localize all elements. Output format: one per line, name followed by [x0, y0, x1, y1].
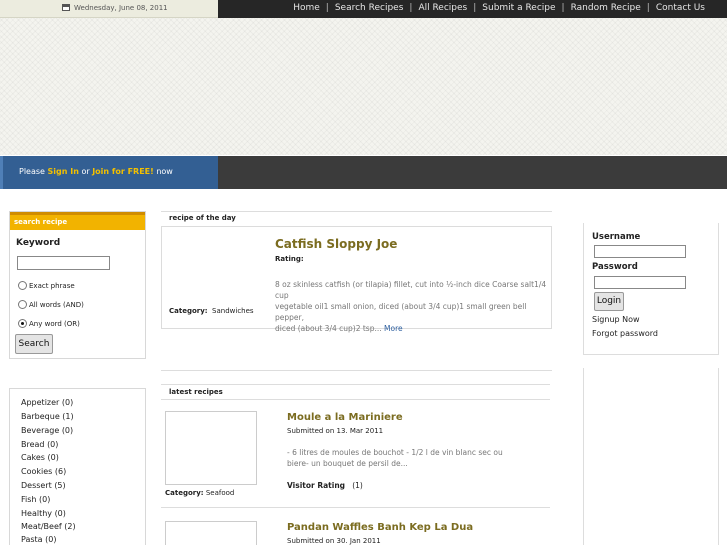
search-recipe-box: search recipe Keyword Exact phrase All w… [9, 211, 146, 359]
search-box-header: search recipe [10, 212, 145, 230]
divider [161, 399, 550, 400]
login-button[interactable]: Login [594, 292, 624, 311]
signup-link[interactable]: Signup Now [592, 315, 640, 324]
latest-recipe-title[interactable]: Moule a la Mariniere [287, 412, 403, 423]
more-link[interactable]: More [384, 324, 403, 333]
sign-in-link[interactable]: Sign In [48, 167, 79, 176]
signin-bar: Please Sign In or Join for FREE! now [0, 156, 218, 189]
category-item-bread[interactable]: Bread (0) [21, 440, 58, 449]
divider [161, 507, 550, 508]
latest-recipe-submitted: Submitted on 13. Mar 2011 [287, 427, 384, 435]
header-banner [0, 18, 727, 155]
divider [161, 370, 552, 371]
latest-recipe-description: - 6 litres de moules de bouchot - 1/2 l … [287, 448, 503, 468]
login-box: Username Password Login Signup Now Forgo… [583, 223, 719, 355]
radio-any-word[interactable] [18, 319, 27, 328]
nav-contact-us[interactable]: Contact Us [656, 3, 705, 13]
nav-search-recipes[interactable]: Search Recipes [335, 3, 404, 13]
category-item-beverage[interactable]: Beverage (0) [21, 426, 73, 435]
category-item-cookies[interactable]: Cookies (6) [21, 467, 66, 476]
recipe-of-day-heading: recipe of the day [169, 214, 236, 222]
label-exact-phrase: Exact phrase [29, 282, 75, 290]
recipe-of-day-box: Catfish Sloppy Joe Rating: 8 oz skinless… [161, 226, 552, 333]
category-list: Appetizer (0) Barbeque (1) Beverage (0) … [9, 388, 146, 545]
join-free-link[interactable]: Join for FREE! [92, 167, 154, 176]
category-item-pasta[interactable]: Pasta (0) [21, 535, 56, 544]
recipe-of-day-category: Category: Sandwiches [169, 307, 254, 315]
nav-submit-recipe[interactable]: Submit a Recipe [482, 3, 555, 13]
radio-all-words[interactable] [18, 300, 27, 309]
search-button[interactable]: Search [15, 334, 53, 354]
category-item-dessert[interactable]: Dessert (5) [21, 481, 66, 490]
recipe-of-day-title[interactable]: Catfish Sloppy Joe [275, 237, 397, 251]
rating-label: Rating: [275, 255, 304, 263]
radio-exact-phrase[interactable] [18, 281, 27, 290]
forgot-password-link[interactable]: Forgot password [592, 329, 658, 338]
current-date: Wednesday, June 08, 2011 [74, 4, 168, 12]
label-any-word: Any word (OR) [29, 320, 80, 328]
latest-recipe-submitted: Submitted on 30. Jan 2011 [287, 537, 381, 545]
latest-recipes-heading: latest recipes [169, 388, 223, 396]
latest-recipe-title[interactable]: Pandan Waffles Banh Kep La Dua [287, 522, 473, 533]
date-bar: Wednesday, June 08, 2011 [0, 0, 218, 18]
category-item-healthy[interactable]: Healthy (0) [21, 509, 66, 518]
calendar-icon [62, 4, 70, 11]
username-label: Username [592, 232, 641, 242]
nav-random-recipe[interactable]: Random Recipe [571, 3, 641, 13]
divider [161, 384, 550, 385]
password-label: Password [592, 262, 638, 272]
top-navigation: Home | Search Recipes | All Recipes | Submit a… [218, 0, 727, 18]
category-item-fish[interactable]: Fish (0) [21, 495, 50, 504]
category-item-appetizer[interactable]: Appetizer (0) [21, 398, 73, 407]
recipe-of-day-description: 8 oz skinless catfish (or tilapia) fille… [275, 280, 547, 333]
signin-bar-extension [218, 156, 727, 189]
visitor-rating: Visitor Rating (1) [287, 481, 363, 490]
label-all-words: All words (AND) [29, 301, 84, 309]
right-sidebar-box [583, 368, 719, 545]
nav-home[interactable]: Home [293, 3, 320, 13]
nav-links: Home | Search Recipes | All Recipes | Submit a… [293, 3, 705, 13]
username-input[interactable] [594, 245, 686, 258]
divider [161, 211, 552, 212]
keyword-input[interactable] [17, 256, 110, 270]
latest-recipe-category: Category: Seafood [165, 489, 235, 497]
category-item-meat-beef[interactable]: Meat/Beef (2) [21, 522, 76, 531]
category-item-barbeque[interactable]: Barbeque (1) [21, 412, 74, 421]
password-input[interactable] [594, 276, 686, 289]
recipe-thumbnail[interactable] [165, 411, 257, 485]
recipe-thumbnail[interactable] [165, 521, 257, 545]
nav-all-recipes[interactable]: All Recipes [418, 3, 467, 13]
category-item-cakes[interactable]: Cakes (0) [21, 453, 59, 462]
keyword-label: Keyword [16, 238, 61, 248]
